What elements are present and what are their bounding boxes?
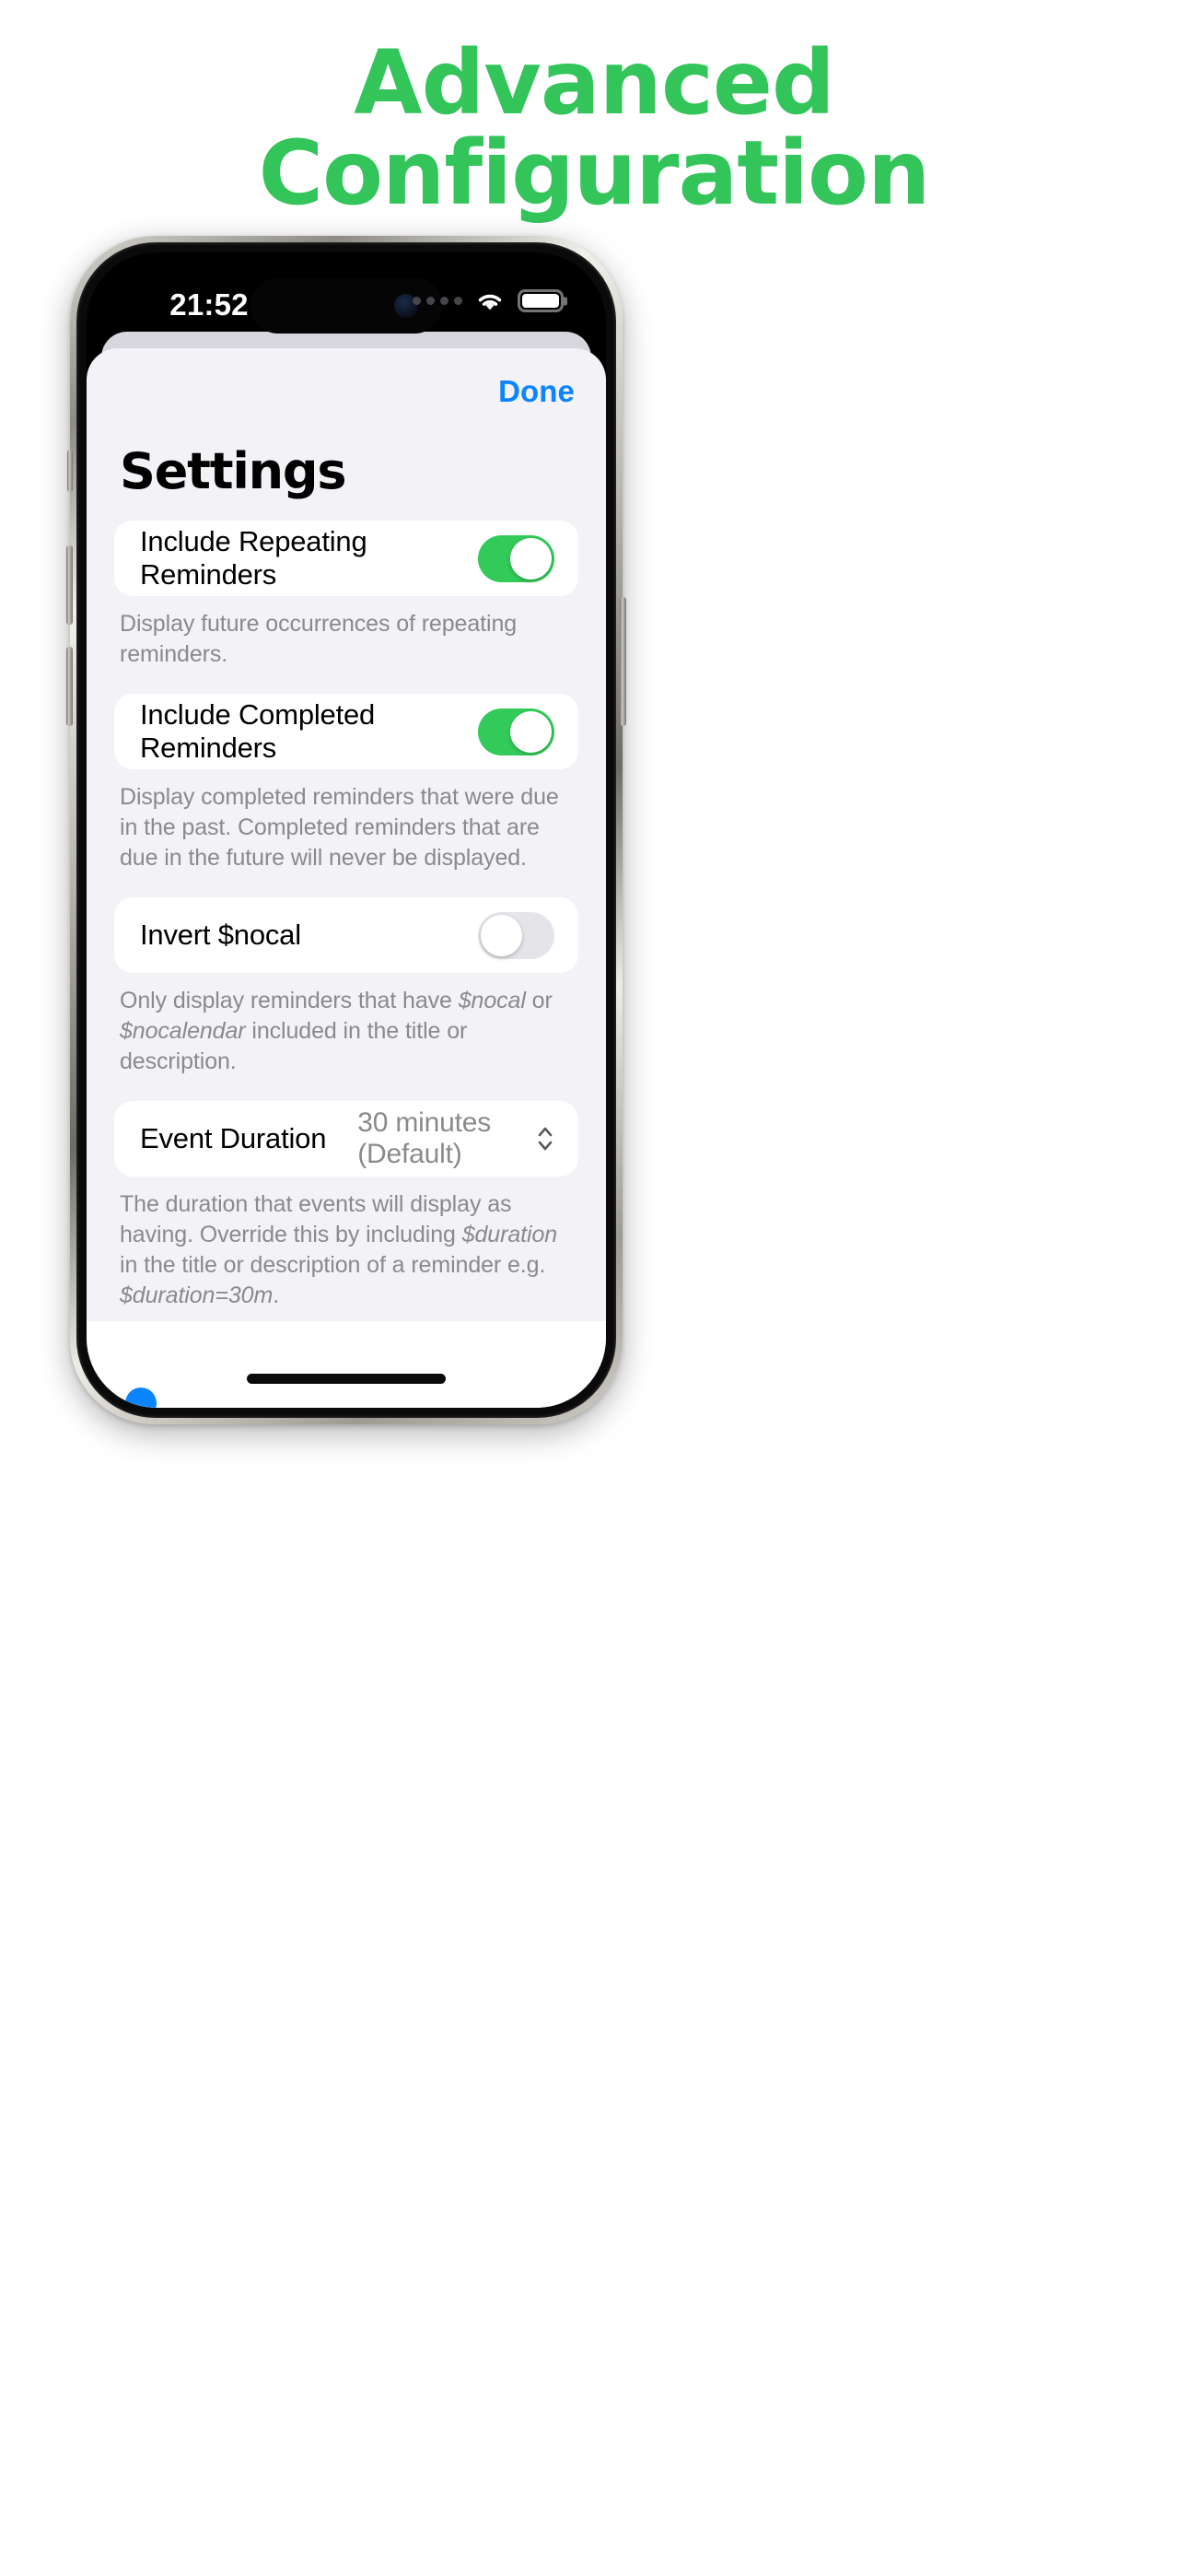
headline-line-2: Configuration [0,129,1188,219]
blue-accent-dot [125,1388,157,1408]
group-include-repeating-reminders: Include Repeating Reminders [114,521,578,596]
silent-switch-button[interactable] [67,450,73,492]
done-button[interactable]: Done [498,374,575,409]
volume-down-button[interactable] [66,647,73,726]
settings-sheet: Done Settings Include Repeating Reminder… [87,348,606,1408]
row-event-duration[interactable]: Event Duration 30 minutes (Default) [114,1101,578,1177]
row-label: Include Repeating Reminders [140,525,478,591]
group-include-completed-reminders: Include Completed Reminders [114,694,578,769]
footnote-event-duration: The duration that events will display as… [120,1189,577,1311]
chevron-up-down-icon[interactable] [536,1123,554,1154]
volume-up-button[interactable] [66,545,73,625]
row-label: Include Completed Reminders [140,698,478,765]
settings-scroll-view[interactable]: Done Settings Include Repeating Reminder… [87,348,606,1408]
status-bar: 21:52 [87,252,606,356]
page-title: Settings [120,442,606,500]
footnote-include-repeating-reminders: Display future occurrences of repeating … [120,609,577,670]
group-event-duration: Event Duration 30 minutes (Default) [114,1101,578,1177]
row-label: Event Duration [140,1122,326,1155]
iphone-device-frame: 21:52 [70,236,623,1424]
battery-full-icon [518,289,564,312]
headline-line-1: Advanced [0,39,1188,129]
wifi-icon [474,289,506,312]
signal-dots-icon [413,297,462,305]
footnote-invert-nocal: Only display reminders that have $nocal … [120,986,577,1077]
row-include-repeating-reminders[interactable]: Include Repeating Reminders [114,521,578,596]
footnote-include-completed-reminders: Display completed reminders that were du… [120,782,577,873]
page-headline: Advanced Configuration [0,39,1188,219]
row-include-completed-reminders[interactable]: Include Completed Reminders [114,694,578,769]
device-bezel: 21:52 [76,242,616,1418]
device-screen: 21:52 [87,252,606,1408]
toggle-include-completed-reminders[interactable] [478,708,554,755]
toggle-invert-nocal[interactable] [478,912,554,959]
status-bar-indicators [413,289,564,312]
power-button[interactable] [620,597,626,726]
underlying-app-peek [87,1321,606,1408]
sheet-nav-bar: Done [87,348,606,433]
toggle-include-repeating-reminders[interactable] [478,535,554,582]
home-indicator[interactable] [247,1374,446,1384]
event-duration-value: 30 minutes (Default) [357,1107,525,1170]
row-invert-nocal[interactable]: Invert $nocal [114,897,578,973]
row-label: Invert $nocal [140,919,478,952]
group-invert-nocal: Invert $nocal [114,897,578,973]
